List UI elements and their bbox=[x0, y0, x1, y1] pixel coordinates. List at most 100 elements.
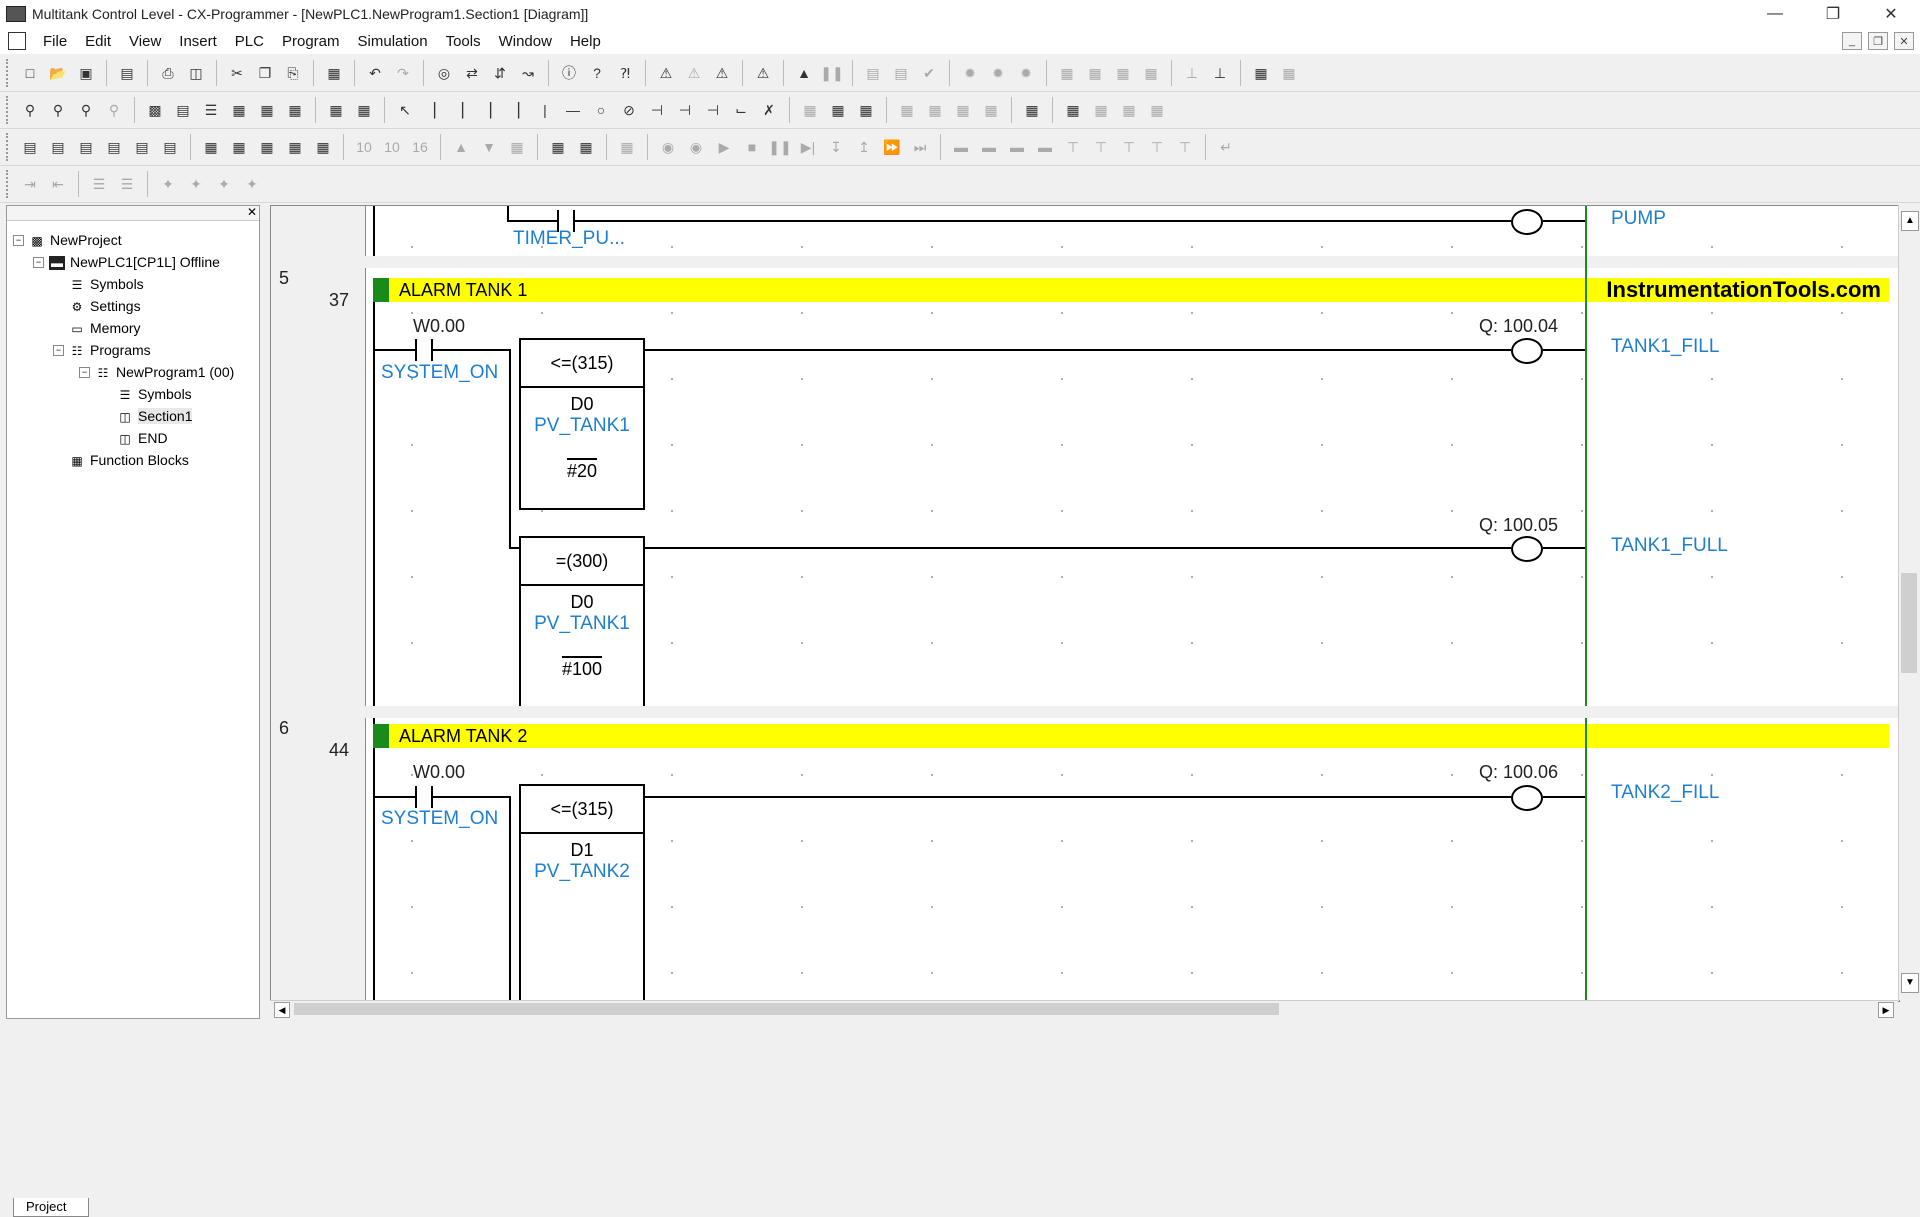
coil-tank2-fill[interactable] bbox=[1511, 785, 1543, 811]
bookmark-clear-icon[interactable]: ✦ bbox=[241, 173, 263, 195]
coil-tank1-fill[interactable] bbox=[1511, 338, 1543, 364]
sim-break-all-icon[interactable]: ◉ bbox=[685, 136, 707, 158]
zoom-in-icon[interactable]: ⚲ bbox=[19, 99, 41, 121]
rung-icon[interactable]: ▦ bbox=[228, 99, 250, 121]
decimal-icon[interactable]: 10 bbox=[353, 136, 375, 158]
document-icon[interactable] bbox=[8, 32, 26, 50]
bookmark-prev-icon[interactable]: ✦ bbox=[213, 173, 235, 195]
contact-ornc-icon[interactable]: ⎥ bbox=[506, 99, 528, 121]
st-icon[interactable]: ▦ bbox=[353, 99, 375, 121]
fb-icon[interactable]: ⊣ bbox=[702, 99, 724, 121]
contact-nc-icon[interactable]: ⎥ bbox=[450, 99, 472, 121]
sim4-icon[interactable]: ▦ bbox=[1146, 99, 1168, 121]
tree-node-program[interactable]: − ☷ NewProgram1 (00) bbox=[79, 362, 234, 382]
select-icon[interactable]: ↖ bbox=[394, 99, 416, 121]
zoom-fit-icon[interactable]: ⚲ bbox=[75, 99, 97, 121]
scroll-up-icon[interactable]: ▲ bbox=[1901, 211, 1919, 231]
contact-system-on[interactable] bbox=[415, 786, 433, 808]
menu-tools[interactable]: Tools bbox=[437, 33, 490, 50]
bookmark-icon[interactable]: ✦ bbox=[157, 173, 179, 195]
monitor-stop-icon[interactable]: ✹ bbox=[1015, 62, 1037, 84]
tbl5-icon[interactable]: ⊤ bbox=[1062, 136, 1084, 158]
minimize-button[interactable]: — bbox=[1746, 0, 1804, 28]
scroll-left-icon[interactable]: ◀ bbox=[274, 1002, 290, 1018]
set-value-icon[interactable]: ⊥ bbox=[1209, 62, 1231, 84]
copy-icon[interactable]: ❐ bbox=[254, 62, 276, 84]
mdi-restore-button[interactable]: ❐ bbox=[1868, 32, 1888, 50]
io-table-icon[interactable]: ▦ bbox=[1250, 62, 1272, 84]
tree-node-section1[interactable]: ◫ Section1 bbox=[117, 406, 193, 426]
watch-icon[interactable]: ▦ bbox=[1021, 99, 1043, 121]
mdi-close-button[interactable]: ✕ bbox=[1894, 32, 1914, 50]
menu-program[interactable]: Program bbox=[273, 33, 349, 50]
step-in-icon[interactable]: ↧ bbox=[825, 136, 847, 158]
tree-node-end[interactable]: ◫ END bbox=[117, 428, 167, 448]
menu-plc[interactable]: PLC bbox=[226, 33, 273, 50]
cancel-edit-icon[interactable]: ▦ bbox=[855, 99, 877, 121]
diff3-icon[interactable]: ▦ bbox=[952, 99, 974, 121]
online-warning-icon[interactable]: ⚠ bbox=[752, 62, 774, 84]
tbl1-icon[interactable]: ▬ bbox=[950, 136, 972, 158]
vertical-icon[interactable]: | bbox=[534, 99, 556, 121]
rung-comment[interactable]: ALARM TANK 2 bbox=[373, 724, 1889, 748]
coil-icon[interactable]: ○ bbox=[590, 99, 612, 121]
tree-node-program-symbols[interactable]: ☰ Symbols bbox=[117, 384, 192, 404]
output-window-icon[interactable]: ▤ bbox=[47, 136, 69, 158]
tbl8-icon[interactable]: ⊤ bbox=[1146, 136, 1168, 158]
replace-icon[interactable]: ⇄ bbox=[461, 62, 483, 84]
pause-icon[interactable]: ❚❚ bbox=[820, 62, 843, 84]
diff-icon[interactable]: ▦ bbox=[896, 99, 918, 121]
sim-pause-icon[interactable]: ❚❚ bbox=[768, 136, 791, 158]
cut-icon[interactable]: ✂ bbox=[226, 62, 248, 84]
warning-icon[interactable]: ⚠ bbox=[655, 62, 677, 84]
tbl7-icon[interactable]: ⊤ bbox=[1118, 136, 1140, 158]
online-edit-icon[interactable]: ▦ bbox=[799, 99, 821, 121]
warning-search-icon[interactable]: ⚠ bbox=[711, 62, 733, 84]
open-icon[interactable]: 📂 bbox=[47, 62, 69, 84]
return-icon[interactable]: ↵ bbox=[1215, 136, 1237, 158]
uncomment-block-icon[interactable]: ☰ bbox=[116, 173, 138, 195]
cross-reference-icon[interactable]: ▦ bbox=[200, 136, 222, 158]
line-delete-icon[interactable]: ✗ bbox=[758, 99, 780, 121]
section-icon[interactable]: ▦ bbox=[284, 136, 306, 158]
menu-edit[interactable]: Edit bbox=[76, 33, 120, 50]
tree-node-programs[interactable]: − ☷ Programs bbox=[53, 340, 151, 360]
undo-icon[interactable]: ↶ bbox=[364, 62, 386, 84]
compare-plc-icon[interactable]: ▦ bbox=[506, 136, 528, 158]
tree-node-settings[interactable]: ⚙ Settings bbox=[69, 296, 141, 316]
zoom-out-icon[interactable]: ⚲ bbox=[103, 99, 125, 121]
tree-node-symbols[interactable]: ☰ Symbols bbox=[69, 274, 144, 294]
plc-online-icon[interactable]: ▲ bbox=[793, 62, 815, 84]
symbols-view-icon[interactable]: ▦ bbox=[228, 136, 250, 158]
monitor-diff-icon[interactable]: ✹ bbox=[987, 62, 1009, 84]
contact-no-icon[interactable]: ⎥ bbox=[422, 99, 444, 121]
vertical-scrollbar[interactable]: ▲ ▼ bbox=[1898, 205, 1919, 1000]
tbl3-icon[interactable]: ▬ bbox=[1006, 136, 1028, 158]
tree-node-project[interactable]: − ▩ NewProject bbox=[13, 230, 122, 250]
help-icon[interactable]: ? bbox=[586, 62, 608, 84]
list-icon[interactable]: ☰ bbox=[200, 99, 222, 121]
info-icon[interactable]: ⓘ bbox=[558, 62, 580, 84]
transfer-icon[interactable]: ▤ bbox=[862, 62, 884, 84]
stop-icon[interactable]: ■ bbox=[741, 136, 763, 158]
redo-icon[interactable]: ↷ bbox=[392, 62, 414, 84]
upload-icon[interactable]: ▲ bbox=[450, 136, 472, 158]
hex-icon[interactable]: 16 bbox=[409, 136, 431, 158]
scroll-thumb[interactable] bbox=[294, 1003, 1279, 1015]
sim-break-icon[interactable]: ◉ bbox=[657, 136, 679, 158]
local-symbols-icon[interactable]: ▦ bbox=[256, 136, 278, 158]
mdi-minimize-button[interactable]: _ bbox=[1842, 32, 1862, 50]
new-icon[interactable]: □ bbox=[19, 62, 41, 84]
transfer-online-icon[interactable]: ▦ bbox=[827, 99, 849, 121]
ladder-diagram[interactable]: TIMER_PU... PUMP 5 37 ALARM TANK 1 Instr… bbox=[270, 205, 1900, 1002]
view-icon[interactable]: ▤ bbox=[159, 136, 181, 158]
grid-icon[interactable]: ▩ bbox=[144, 99, 166, 121]
diff2-icon[interactable]: ▦ bbox=[924, 99, 946, 121]
outdent-icon[interactable]: ⇤ bbox=[47, 173, 69, 195]
monitor-icon[interactable]: ✹ bbox=[959, 62, 981, 84]
bookmark-next-icon[interactable]: ✦ bbox=[185, 173, 207, 195]
tbl6-icon[interactable]: ⊤ bbox=[1090, 136, 1112, 158]
paste-icon[interactable]: ⎘ bbox=[282, 62, 304, 84]
menu-window[interactable]: Window bbox=[490, 33, 561, 50]
restore-button[interactable]: ❐ bbox=[1804, 0, 1862, 28]
